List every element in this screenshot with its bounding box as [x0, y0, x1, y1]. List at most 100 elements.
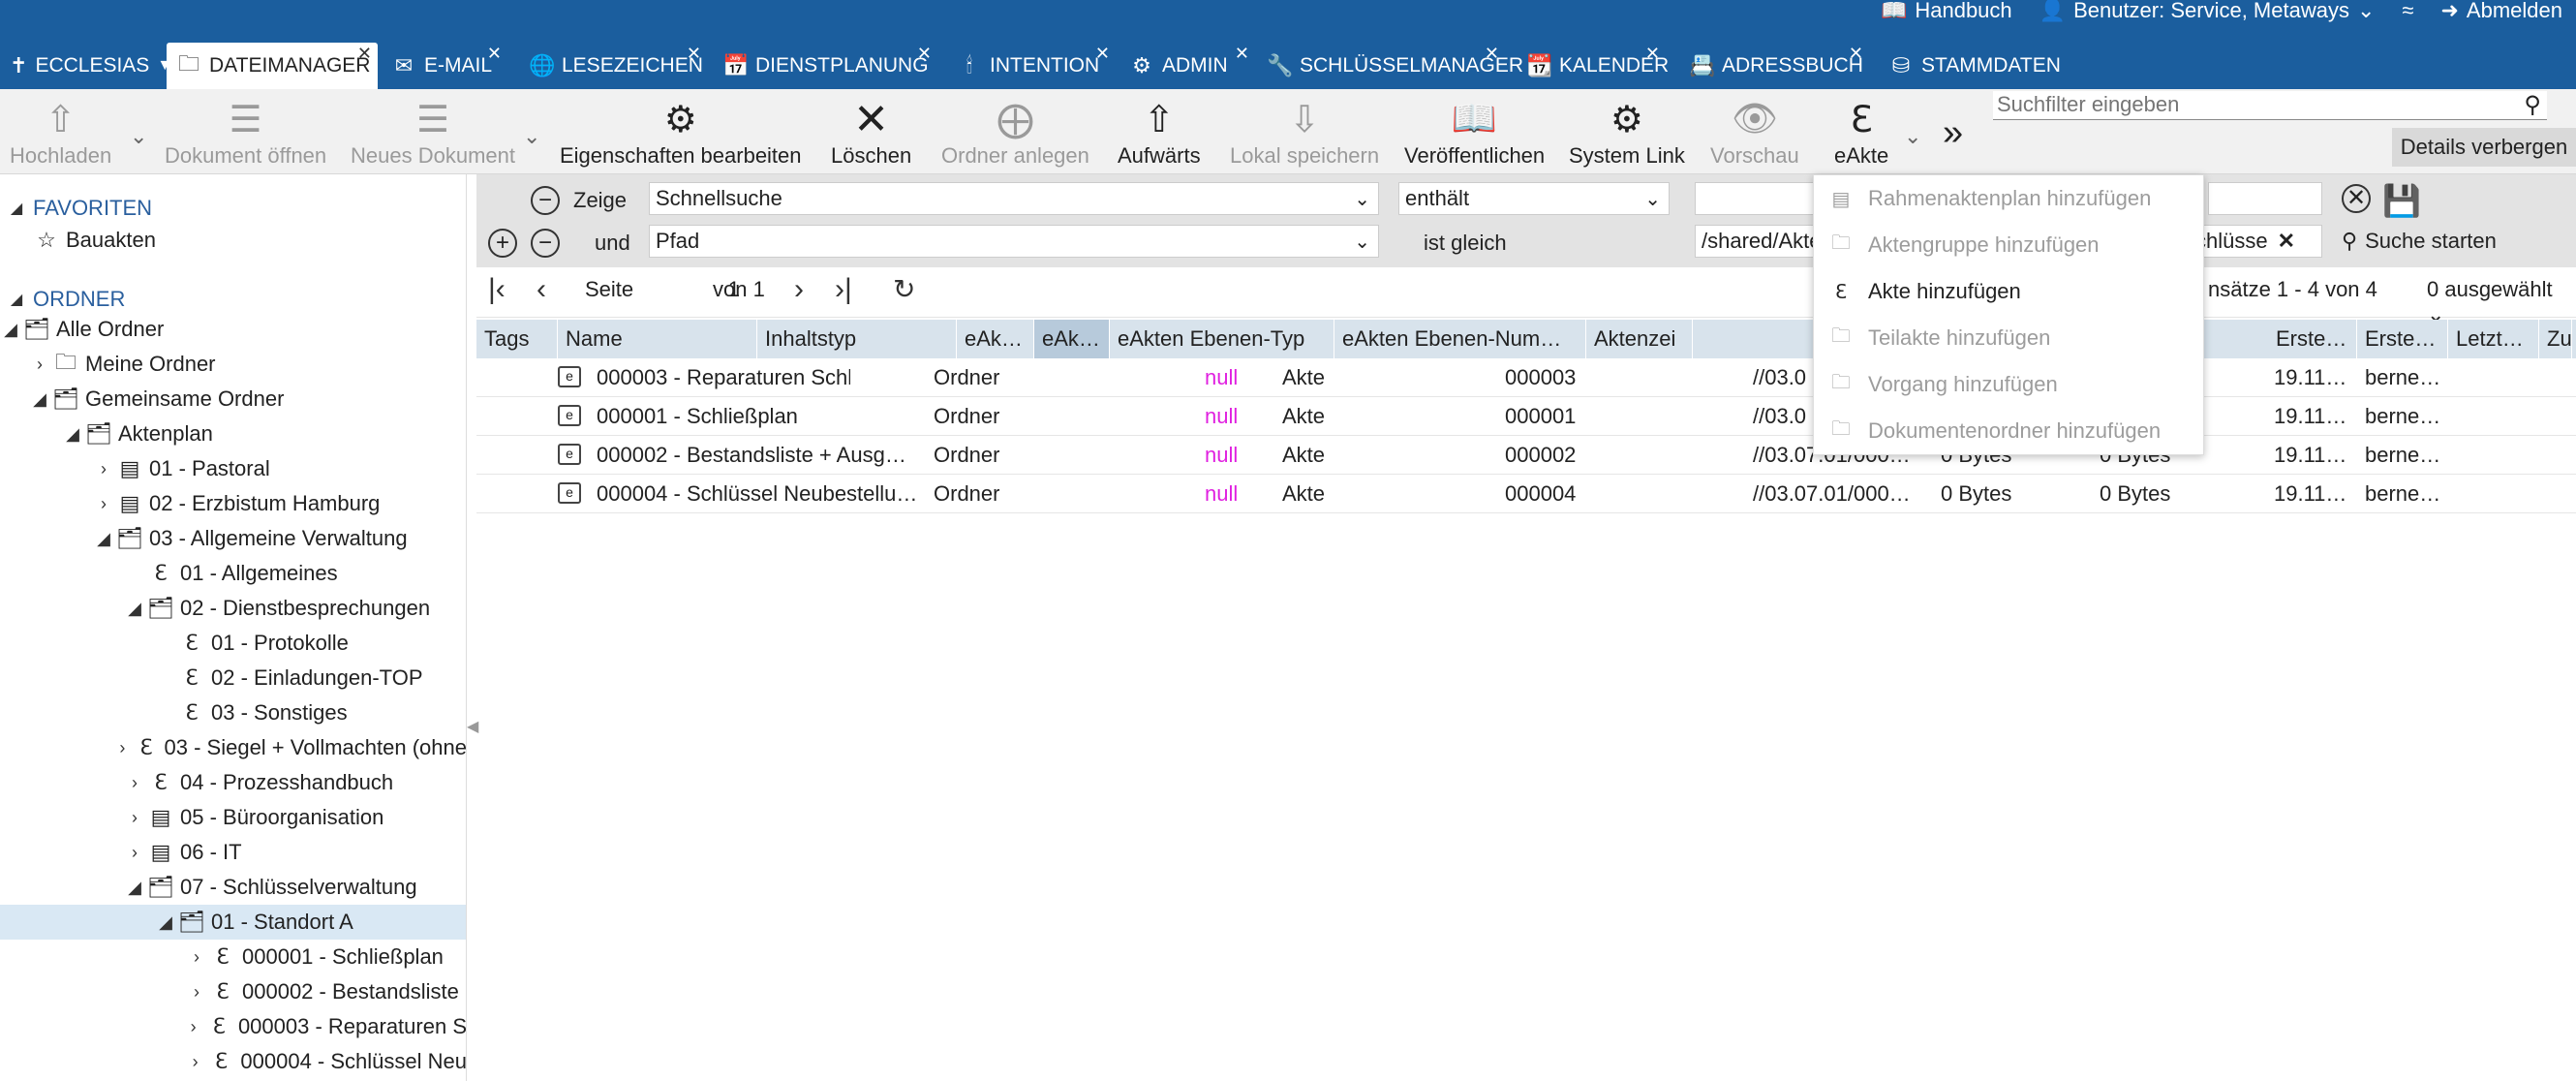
- tree-item[interactable]: › ▤ 02 - Erzbistum Hamburg: [0, 486, 466, 521]
- filter-value-input-1-tail[interactable]: [2208, 182, 2322, 215]
- close-tab-icon[interactable]: ✕: [357, 45, 372, 62]
- add-filter-icon[interactable]: +: [488, 229, 517, 258]
- handbook-link[interactable]: 📖 Handbuch: [1881, 0, 2012, 21]
- column-header-eakte-1[interactable]: eAk…: [957, 320, 1034, 358]
- search-input[interactable]: [1993, 91, 2497, 118]
- menu-item-add-process[interactable]: 🗀 Vorgang hinzufügen: [1814, 361, 2205, 408]
- tab-ecclesias[interactable]: ✝ ECCLESIAS ▼: [0, 43, 172, 89]
- table-row[interactable]: e 000004 - Schlüssel Neubestellu… Ordner…: [476, 475, 2576, 513]
- save-filter-icon[interactable]: 💾: [2382, 182, 2421, 219]
- open-document-button[interactable]: ☰ Dokument öffnen: [165, 97, 326, 174]
- menu-item-add-file[interactable]: ℇ Akte hinzufügen: [1814, 268, 2205, 315]
- tab-dienstplanung[interactable]: 📅 DIENSTPLANUNG ✕: [713, 43, 937, 89]
- upload-button[interactable]: ⇧ Hochladen: [10, 97, 111, 174]
- column-header-created[interactable]: Erste…: [2268, 320, 2357, 358]
- filter-field-select-1[interactable]: Schnellsuche ⌄: [649, 182, 1379, 215]
- tab-intention[interactable]: 🕯 INTENTION ✕: [947, 43, 1116, 89]
- column-header-zul[interactable]: Zul…: [2539, 320, 2572, 358]
- tree-item[interactable]: ℇ 01 - Protokolle: [0, 626, 466, 661]
- remove-filter-icon[interactable]: −: [531, 186, 560, 215]
- filter-operator-select-1[interactable]: enthält ⌄: [1398, 182, 1670, 215]
- sidebar-resize-handle[interactable]: ◀: [467, 717, 478, 736]
- remove-filter-icon[interactable]: −: [531, 229, 560, 258]
- up-button[interactable]: ⇧ Aufwärts: [1118, 97, 1201, 174]
- column-header-eakte-2[interactable]: eAk…: [1034, 320, 1110, 358]
- close-tab-icon[interactable]: ✕: [917, 45, 932, 62]
- menu-item-add-framework-plan[interactable]: ▤ Rahmenaktenplan hinzufügen: [1814, 175, 2205, 222]
- upload-dropdown-chevron-icon[interactable]: ⌄: [130, 124, 147, 149]
- tab-dateimanager[interactable]: 🗀 DATEIMANAGER ✕: [167, 43, 378, 89]
- tree-item[interactable]: ◢ 🗂 07 - Schlüsselverwaltung: [0, 870, 466, 905]
- close-tab-icon[interactable]: ✕: [487, 45, 502, 62]
- tree-item[interactable]: › ▤ 05 - Büroorganisation: [0, 800, 466, 835]
- tab-adressbuch[interactable]: 📇 ADRESSBUCH ✕: [1679, 43, 1869, 89]
- tab-admin[interactable]: ⚙ ADMIN ✕: [1119, 43, 1255, 89]
- tree-item[interactable]: ◢ 🗂 Alle Ordner: [0, 312, 466, 347]
- close-tab-icon[interactable]: ✕: [1485, 45, 1499, 62]
- edit-properties-button[interactable]: ⚙ Eigenschaften bearbeiten: [560, 97, 802, 174]
- user-menu[interactable]: 👤 Benutzer: Service, Metaways ⌄: [2039, 0, 2376, 21]
- search-start-button[interactable]: ⚲ Suche starten: [2342, 229, 2497, 254]
- column-header-aktenzeichen[interactable]: Aktenzei: [1586, 320, 1693, 358]
- close-tab-icon[interactable]: ✕: [687, 45, 701, 62]
- tree-item[interactable]: ◢ 🗂 03 - Allgemeine Verwaltung: [0, 521, 466, 556]
- favorites-header[interactable]: ◢ FAVORITEN: [0, 192, 152, 225]
- column-header-last-modified[interactable]: Letzt…: [2448, 320, 2539, 358]
- first-page-icon[interactable]: |‹: [488, 273, 506, 306]
- tree-item[interactable]: › ℇ 000004 - Schlüssel Neu: [0, 1044, 466, 1079]
- column-header-creator[interactable]: Erste…: [2357, 320, 2448, 358]
- tree-item[interactable]: › ℇ 000001 - Schließplan: [0, 940, 466, 974]
- filter-value-input-2[interactable]: /shared/Akte: [1695, 225, 1817, 258]
- logout-link[interactable]: ➜ Abmelden: [2440, 0, 2562, 21]
- table-row[interactable]: e 000003 - Reparaturen Schlösser Ordner …: [476, 358, 2576, 397]
- tree-item[interactable]: › 🗀 Meine Ordner: [0, 347, 466, 382]
- preview-button[interactable]: 👁 Vorschau: [1710, 97, 1799, 174]
- column-header-tags[interactable]: Tags: [476, 320, 558, 358]
- tab-kalender[interactable]: 📆 KALENDER ✕: [1517, 43, 1669, 89]
- column-header-level-number[interactable]: eAkten Ebenen-Num…: [1334, 320, 1586, 358]
- close-tab-icon[interactable]: ✕: [1849, 45, 1863, 62]
- tab-lesezeichen[interactable]: 🌐 LESEZEICHEN ✕: [519, 43, 707, 89]
- clear-filter-icon[interactable]: ✕: [2342, 184, 2371, 213]
- tree-item[interactable]: › ℇ 04 - Prozesshandbuch: [0, 765, 466, 800]
- search-icon[interactable]: ⚲: [2524, 91, 2541, 119]
- tree-item[interactable]: › ▤ 01 - Pastoral: [0, 451, 466, 486]
- tree-item[interactable]: › ℇ 03 - Siegel + Vollmachten (ohne: [0, 730, 466, 765]
- system-link-button[interactable]: ⚙ System Link: [1569, 97, 1685, 174]
- eakte-dropdown-chevron-icon[interactable]: ⌄: [1904, 124, 1921, 149]
- tab-schluesselmanager[interactable]: 🔧 SCHLÜSSELMANAGER ✕: [1257, 43, 1523, 89]
- tree-item[interactable]: ◢ 🗂 02 - Dienstbesprechungen: [0, 591, 466, 626]
- new-document-dropdown-chevron-icon[interactable]: ⌄: [523, 124, 540, 149]
- folders-header[interactable]: ◢ ORDNER: [0, 283, 126, 316]
- column-header-content-type[interactable]: Inhaltstyp: [757, 320, 957, 358]
- tree-item[interactable]: ℇ 02 - Einladungen-TOP: [0, 661, 466, 695]
- tab-email[interactable]: ✉ E-MAIL ✕: [382, 43, 507, 89]
- tab-stammdaten[interactable]: ⛁ STAMMDATEN: [1879, 43, 2065, 89]
- favorite-item-bauakten[interactable]: ☆ Bauakten: [0, 223, 466, 258]
- tree-item[interactable]: › ℇ 000002 - Bestandsliste: [0, 974, 466, 1009]
- save-local-button[interactable]: ⇩ Lokal speichern: [1230, 97, 1379, 174]
- column-header-level-type[interactable]: eAkten Ebenen-Typ: [1110, 320, 1334, 358]
- menu-item-add-document-folder[interactable]: 🗀 Dokumentenordner hinzufügen: [1814, 408, 2205, 454]
- delete-button[interactable]: ✕ Löschen: [831, 96, 911, 174]
- table-row[interactable]: e 000002 - Bestandsliste + Ausg… Ordner …: [476, 436, 2576, 475]
- more-tools-icon[interactable]: »: [1943, 112, 1963, 154]
- menu-item-add-subfile[interactable]: 🗀 Teilakte hinzufügen: [1814, 315, 2205, 361]
- close-tab-icon[interactable]: ✕: [1645, 45, 1660, 62]
- create-folder-button[interactable]: ⨁ Ordner anlegen: [941, 97, 1089, 174]
- refresh-icon[interactable]: ↻: [893, 273, 915, 305]
- clear-value-icon[interactable]: ✕: [2278, 229, 2295, 254]
- filter-field-select-2[interactable]: Pfad ⌄: [649, 225, 1379, 258]
- tree-item[interactable]: ℇ 03 - Sonstiges: [0, 695, 466, 730]
- table-row[interactable]: e 000001 - Schließplan Ordner null Akte …: [476, 397, 2576, 436]
- tree-item-selected[interactable]: ◢ 🗂 01 - Standort A: [0, 905, 466, 940]
- filter-value-input-1[interactable]: [1695, 182, 1817, 215]
- tree-item[interactable]: ◢ 🗂 Gemeinsame Ordner: [0, 382, 466, 417]
- next-page-icon[interactable]: ›: [794, 273, 804, 306]
- previous-page-icon[interactable]: ‹: [537, 273, 546, 306]
- tree-item[interactable]: ◢ 🗂 Aktenplan: [0, 417, 466, 451]
- tree-item[interactable]: › ℇ 000003 - Reparaturen S: [0, 1009, 466, 1044]
- tree-item[interactable]: › ▤ 06 - IT: [0, 835, 466, 870]
- new-document-button[interactable]: ☰ Neues Dokument: [351, 97, 515, 174]
- eakte-button[interactable]: ℇeAkte: [1834, 97, 1888, 174]
